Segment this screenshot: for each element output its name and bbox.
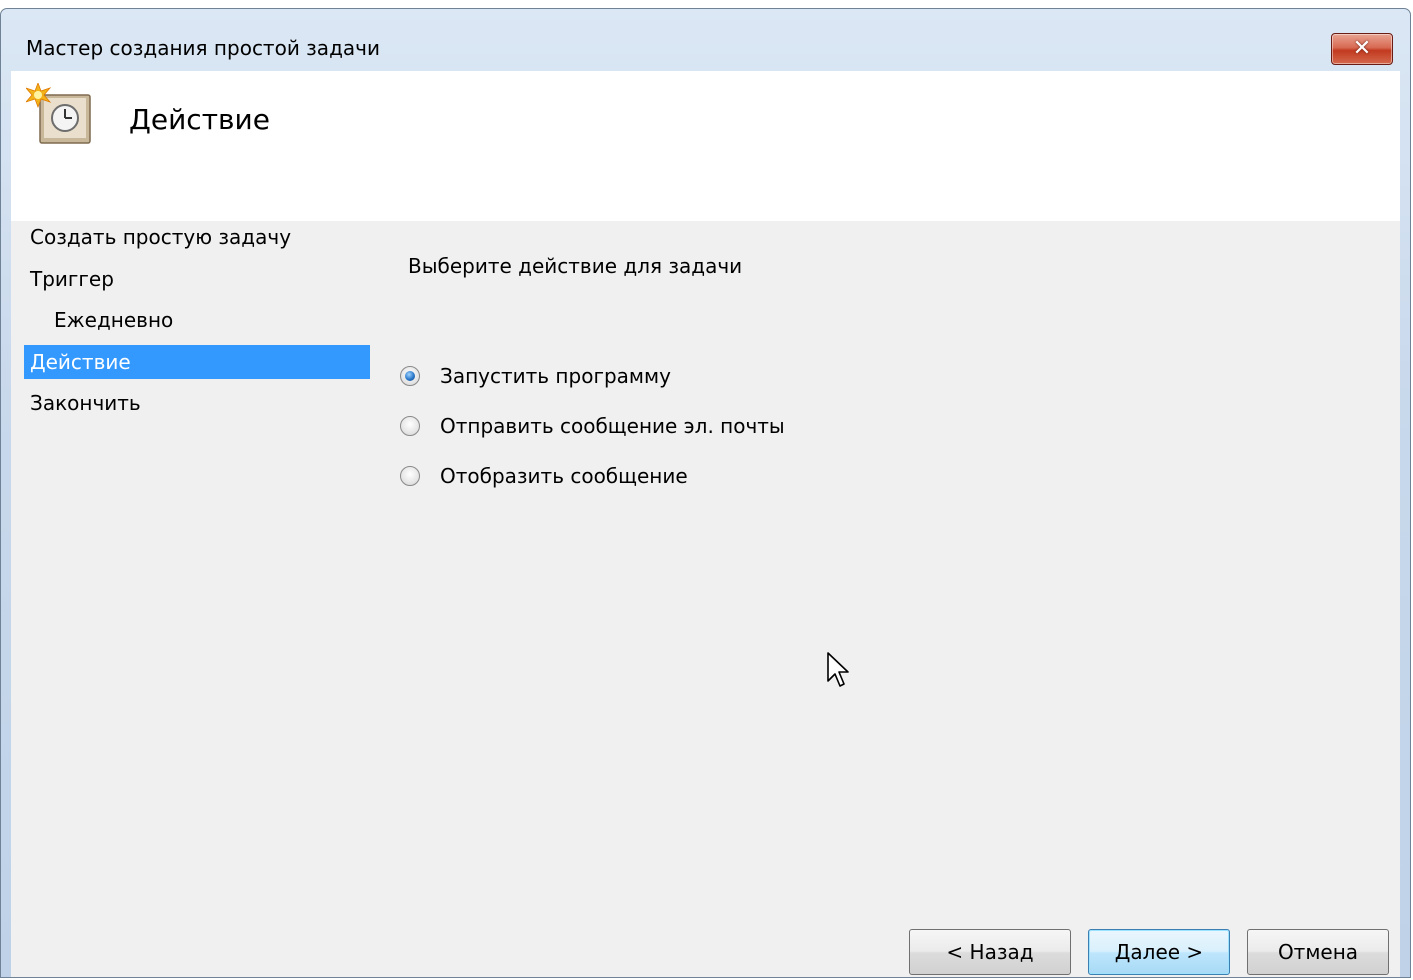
step-label: Ежедневно [54, 308, 174, 332]
option-label: Запустить программу [440, 364, 671, 388]
radio-start-program[interactable] [400, 366, 420, 386]
page-title: Действие [129, 103, 270, 136]
wizard-window: Мастер создания простой задачи ✕ Действи… [0, 8, 1411, 978]
wizard-header: Действие [11, 71, 1400, 221]
next-button[interactable]: Далее > [1088, 929, 1230, 975]
step-trigger[interactable]: Триггер [24, 262, 370, 296]
action-prompt: Выберите действие для задачи [408, 254, 743, 278]
cancel-button[interactable]: Отмена [1247, 929, 1389, 975]
back-button-label: < Назад [946, 940, 1034, 964]
step-label: Закончить [30, 391, 141, 415]
step-finish[interactable]: Закончить [24, 386, 370, 420]
option-display-message[interactable]: Отобразить сообщение [400, 461, 688, 491]
step-label: Действие [30, 349, 131, 374]
option-send-email[interactable]: Отправить сообщение эл. почты [400, 411, 785, 441]
option-label: Отправить сообщение эл. почты [440, 414, 785, 438]
step-action[interactable]: Действие [24, 344, 370, 379]
scheduled-task-icon [26, 83, 91, 144]
wizard-steps-list: Создать простую задачу Триггер Ежедневно… [24, 221, 370, 428]
cancel-button-label: Отмена [1277, 940, 1359, 964]
close-button[interactable]: ✕ [1331, 33, 1393, 65]
step-label: Триггер [30, 266, 114, 291]
radio-display-message[interactable] [400, 466, 420, 486]
option-label: Отобразить сообщение [440, 464, 688, 488]
window-title: Мастер создания простой задачи [26, 36, 380, 60]
mouse-cursor-icon [827, 652, 849, 687]
close-icon: ✕ [1352, 36, 1372, 61]
next-button-label: Далее > [1114, 940, 1204, 964]
wizard-client-area: Действие Создать простую задачу Триггер … [11, 71, 1400, 977]
step-label: Создать простую задачу [30, 225, 292, 249]
title-bar[interactable]: Мастер создания простой задачи ✕ [1, 9, 1410, 71]
step-create-task[interactable]: Создать простую задачу [24, 220, 370, 254]
radio-send-email[interactable] [400, 416, 420, 436]
step-daily[interactable]: Ежедневно [24, 303, 370, 337]
back-button[interactable]: < Назад [909, 929, 1071, 975]
option-start-program[interactable]: Запустить программу [400, 361, 671, 391]
